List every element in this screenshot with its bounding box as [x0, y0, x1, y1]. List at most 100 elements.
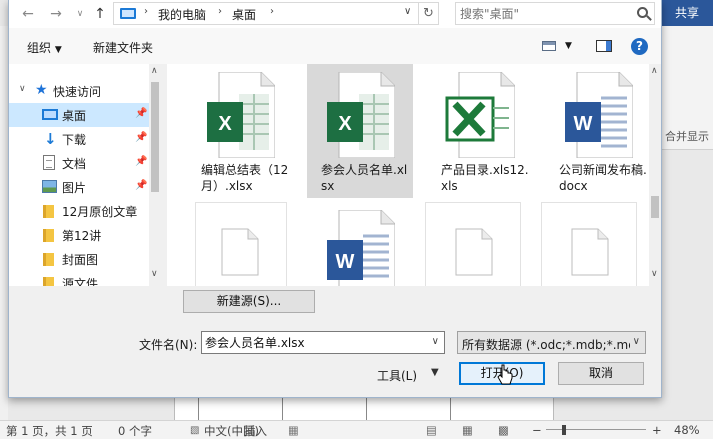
- pin-icon[interactable]: 📌: [135, 108, 147, 119]
- blank-file-icon: [221, 228, 259, 276]
- search-icon[interactable]: [637, 7, 648, 18]
- file-tile[interactable]: 产品目录.xls12.xls: [427, 64, 533, 198]
- new-source-button[interactable]: 新建源(S)...: [183, 290, 315, 313]
- scroll-up-icon[interactable]: ∧: [651, 66, 658, 76]
- scroll-down-icon[interactable]: ∨: [651, 269, 658, 279]
- crumb-separator-icon[interactable]: ›: [270, 6, 274, 17]
- svg-text:X: X: [338, 113, 352, 135]
- filetype-dropdown-icon[interactable]: ∨: [633, 336, 640, 347]
- scroll-up-icon[interactable]: ∧: [151, 66, 158, 76]
- page-count[interactable]: 第 1 页，共 1 页: [6, 423, 93, 439]
- nav-label: 桌面: [62, 109, 87, 123]
- computer-icon: [120, 8, 136, 19]
- zoom-slider-thumb[interactable]: [562, 425, 566, 435]
- table-line: [450, 398, 451, 420]
- share-button[interactable]: 共享: [661, 0, 713, 26]
- zoom-in-icon[interactable]: +: [652, 423, 662, 437]
- read-mode-icon[interactable]: ▤: [426, 423, 437, 437]
- nav-label: 文档: [62, 157, 87, 171]
- svg-text:X: X: [218, 113, 232, 135]
- cancel-button[interactable]: 取消: [558, 362, 644, 385]
- blank-file-icon: [571, 228, 609, 276]
- pin-icon[interactable]: 📌: [135, 132, 147, 143]
- file-tile[interactable]: W: [307, 202, 413, 286]
- mouse-pointer-icon: [497, 364, 513, 385]
- insert-mode[interactable]: 插入: [244, 423, 267, 439]
- download-icon: ↓: [44, 130, 57, 148]
- help-icon[interactable]: ?: [631, 38, 648, 55]
- back-arrow-icon[interactable]: ←: [19, 5, 37, 23]
- refresh-icon[interactable]: ↻: [418, 3, 438, 24]
- crumb-my-computer[interactable]: 我的电脑: [158, 6, 206, 23]
- word-count[interactable]: 0 个字: [118, 423, 152, 439]
- nav-folder-source[interactable]: 源文件: [9, 271, 149, 286]
- new-folder-button[interactable]: 新建文件夹: [93, 39, 153, 56]
- nav-folder-dec-articles[interactable]: 12月原创文章: [9, 199, 149, 223]
- nav-folder-cover[interactable]: 封面图: [9, 247, 149, 271]
- file-tile[interactable]: [195, 202, 287, 286]
- preview-pane-icon[interactable]: [596, 40, 612, 52]
- scroll-down-icon[interactable]: ∨: [151, 269, 158, 279]
- search-input[interactable]: [460, 5, 628, 22]
- nav-desktop[interactable]: 桌面 📌: [9, 103, 149, 127]
- address-bar[interactable]: › 我的电脑 › 桌面 › ∨ ↻: [113, 2, 439, 25]
- filename-dropdown-icon[interactable]: ∨: [432, 336, 439, 347]
- excel-legacy-file-icon: [445, 72, 515, 158]
- organize-menu[interactable]: 组织 ▼: [27, 39, 62, 56]
- filename-combobox[interactable]: ∨: [201, 331, 445, 354]
- scroll-thumb[interactable]: [651, 196, 659, 218]
- nav-scrollbar[interactable]: ∧ ∨: [149, 64, 161, 286]
- view-dropdown-icon[interactable]: ▼: [565, 41, 572, 51]
- nav-label: 源文件: [62, 277, 99, 286]
- command-bar: 组织 ▼ 新建文件夹 ▼ ?: [9, 28, 661, 64]
- nav-pictures[interactable]: 图片 📌: [9, 175, 149, 199]
- print-layout-icon[interactable]: ▦: [462, 423, 473, 437]
- folder-icon: [43, 229, 54, 242]
- address-dropdown-icon[interactable]: ∨: [404, 6, 411, 17]
- zoom-slider[interactable]: [546, 429, 646, 430]
- recent-chevron-icon[interactable]: ∨: [71, 5, 89, 23]
- file-name: 产品目录.xls12.xls: [441, 163, 529, 193]
- up-arrow-icon[interactable]: ↑: [91, 5, 109, 23]
- tools-caret-icon[interactable]: ▼: [431, 367, 439, 378]
- word-file-icon: W: [327, 210, 395, 286]
- zoom-level[interactable]: 48%: [674, 423, 700, 437]
- filename-input[interactable]: [205, 334, 421, 351]
- file-name: 公司新闻发布稿.docx: [559, 163, 647, 193]
- pin-icon[interactable]: 📌: [135, 180, 147, 191]
- proofing-icon[interactable]: ▧: [190, 425, 199, 436]
- tools-menu[interactable]: 工具(L): [377, 367, 417, 384]
- file-list-scrollbar[interactable]: ∧ ∨: [649, 64, 661, 286]
- left-ruler: [0, 26, 8, 420]
- crumb-separator-icon[interactable]: ›: [144, 6, 148, 17]
- file-tile[interactable]: X 编辑总结表（12月）.xlsx: [187, 64, 293, 198]
- file-tile-selected[interactable]: X 参会人员名单.xlsx: [307, 64, 413, 198]
- view-options-icon[interactable]: [542, 41, 556, 51]
- nav-documents[interactable]: 文档 📌: [9, 151, 149, 175]
- crumb-desktop[interactable]: 桌面: [232, 6, 256, 23]
- macro-icon[interactable]: ▦: [288, 423, 299, 437]
- filetype-select[interactable]: 所有数据源 (*.odc;*.mdb;*.mdb) ∨: [457, 331, 646, 354]
- excel-file-icon: X: [327, 72, 395, 158]
- filename-label: 文件名(N):: [139, 338, 198, 352]
- forward-arrow-icon[interactable]: →: [47, 5, 65, 23]
- desktop-icon: [42, 109, 58, 120]
- nav-quick-access[interactable]: ∨ ★ 快速访问: [9, 79, 149, 103]
- crumb-separator-icon[interactable]: ›: [218, 6, 222, 17]
- file-tile[interactable]: [541, 202, 637, 286]
- documents-icon: [43, 155, 55, 170]
- file-tile[interactable]: W 公司新闻发布稿.docx: [545, 64, 651, 198]
- search-box[interactable]: [455, 2, 655, 25]
- word-file-icon: W: [565, 72, 633, 158]
- pictures-icon: [42, 180, 57, 193]
- pin-icon[interactable]: 📌: [135, 156, 147, 167]
- file-tile[interactable]: [425, 202, 521, 286]
- zoom-out-icon[interactable]: −: [532, 423, 542, 437]
- blank-file-icon: [455, 228, 493, 276]
- scroll-thumb[interactable]: [151, 82, 159, 192]
- expand-chevron-icon[interactable]: ∨: [19, 84, 26, 94]
- web-layout-icon[interactable]: ▩: [498, 423, 509, 437]
- nav-downloads[interactable]: ↓ 下载 📌: [9, 127, 149, 151]
- filetype-value: 所有数据源 (*.odc;*.mdb;*.mdb): [462, 338, 630, 352]
- nav-folder-lecture-12[interactable]: 第12讲: [9, 223, 149, 247]
